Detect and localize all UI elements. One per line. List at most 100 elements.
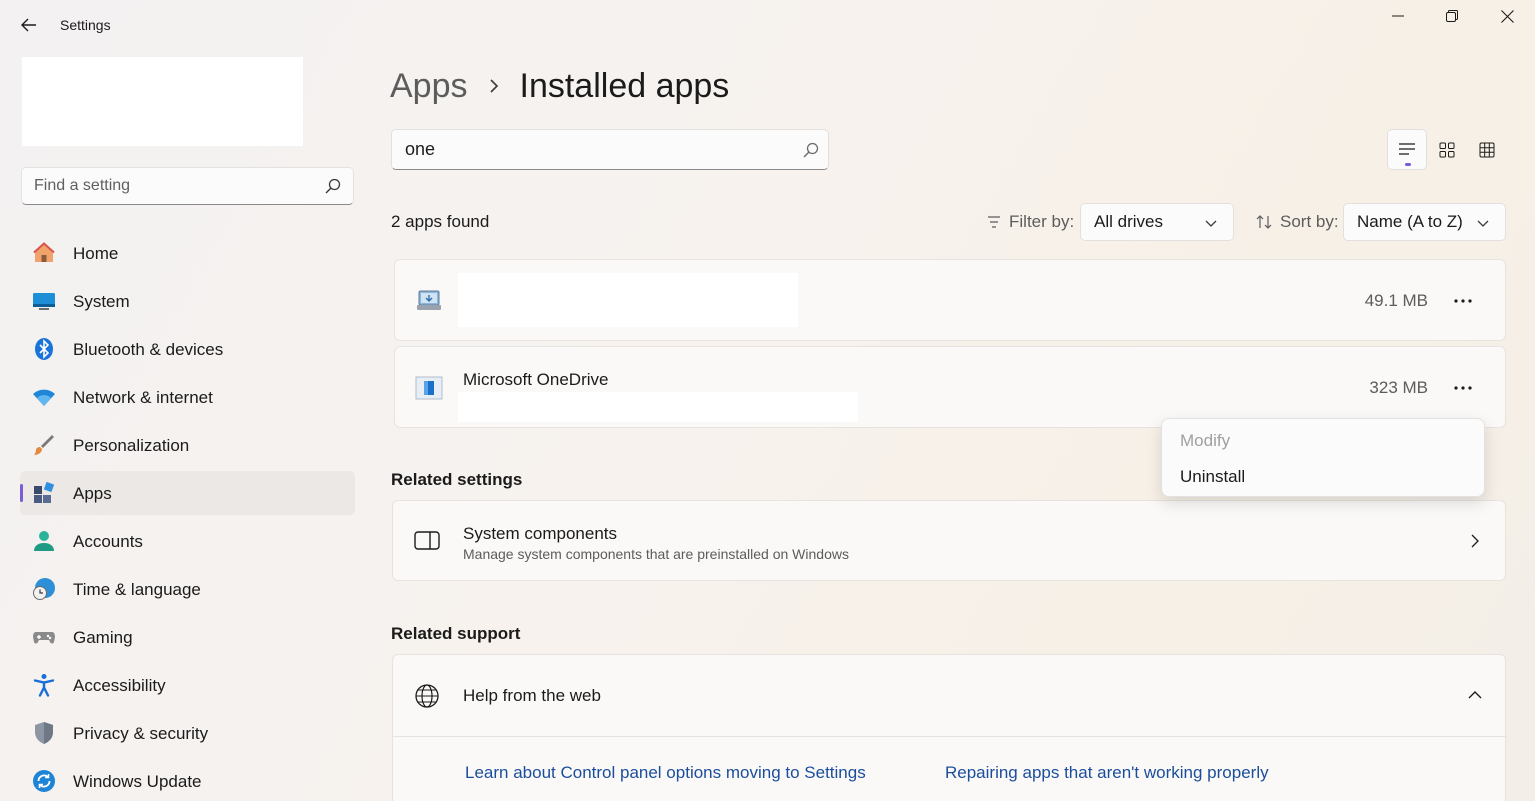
chevron-right-icon	[489, 79, 498, 93]
filter-label: Filter by:	[987, 212, 1074, 232]
apps-found-count: 2 apps found	[391, 212, 490, 231]
update-icon	[33, 770, 55, 792]
app-size: 323 MB	[1369, 378, 1428, 397]
settings-search-box[interactable]	[21, 167, 354, 205]
chevron-down-icon	[1205, 220, 1217, 227]
sidebar-item-system[interactable]: System	[20, 279, 355, 323]
sidebar-item-privacy-security[interactable]: Privacy & security	[20, 711, 355, 755]
sort-label-text: Sort by:	[1280, 212, 1339, 231]
system-components-icon	[414, 531, 440, 550]
app-list-item[interactable]: 49.1 MB	[394, 259, 1506, 341]
restore-button[interactable]	[1425, 0, 1479, 32]
help-from-web-card: Help from the web Learn about Control pa…	[392, 654, 1506, 801]
sort-label: Sort by:	[1256, 212, 1339, 232]
filter-icon	[988, 216, 1000, 228]
chevron-up-icon[interactable]	[1467, 689, 1483, 701]
breadcrumb-parent-link[interactable]: Apps	[390, 67, 468, 106]
system-components-description: Manage system components that are preins…	[463, 546, 849, 562]
menu-item-modify: Modify	[1180, 431, 1231, 450]
sort-dropdown[interactable]: Name (A to Z)	[1343, 203, 1506, 241]
filter-dropdown[interactable]: All drives	[1080, 203, 1234, 241]
sort-icon	[1256, 215, 1272, 229]
sidebar-item-label: Gaming	[73, 628, 133, 647]
sidebar-item-network[interactable]: Network & internet	[20, 375, 355, 419]
filter-label-text: Filter by:	[1009, 212, 1075, 231]
user-profile-card[interactable]	[22, 57, 303, 146]
sidebar-item-label: Personalization	[73, 436, 190, 455]
sidebar-item-label: Accessibility	[73, 676, 166, 695]
bluetooth-icon	[35, 338, 53, 360]
sidebar-item-label: Network & internet	[73, 388, 213, 407]
sidebar-item-accounts[interactable]: Accounts	[20, 519, 355, 563]
app-context-menu: Modify Uninstall	[1161, 418, 1485, 497]
more-options-button[interactable]	[1443, 373, 1483, 403]
sidebar-item-home[interactable]: Home	[20, 231, 355, 275]
more-icon	[1454, 386, 1472, 390]
accessibility-icon	[33, 674, 55, 697]
sidebar-item-gaming[interactable]: Gaming	[20, 615, 355, 659]
back-arrow-icon	[21, 18, 36, 32]
help-link[interactable]: Repairing apps that aren't working prope…	[945, 763, 1269, 783]
sidebar-item-label: Windows Update	[73, 772, 202, 791]
more-options-button[interactable]	[1443, 286, 1483, 316]
sidebar-item-label: Home	[73, 244, 119, 263]
restore-icon	[1446, 10, 1458, 22]
app-name	[458, 273, 798, 327]
sidebar-item-label: Bluetooth & devices	[73, 340, 224, 359]
apps-search-box[interactable]	[391, 129, 829, 170]
list-view-icon	[1399, 142, 1415, 155]
related-settings-title: Related settings	[391, 470, 523, 489]
window-title: Settings	[60, 17, 111, 33]
list-view-button[interactable]	[1387, 129, 1427, 170]
view-toggle	[1387, 129, 1507, 170]
sidebar-item-label: Privacy & security	[73, 724, 209, 743]
brush-icon	[34, 435, 54, 455]
onedrive-icon	[415, 376, 443, 400]
search-icon[interactable]	[325, 178, 341, 194]
help-from-web-header[interactable]: Help from the web	[393, 655, 1505, 737]
sidebar-item-accessibility[interactable]: Accessibility	[20, 663, 355, 707]
search-icon[interactable]	[803, 142, 819, 158]
title-bar: Settings	[0, 0, 1535, 48]
gamepad-icon	[33, 632, 55, 644]
help-link[interactable]: Learn about Control panel options moving…	[465, 763, 866, 783]
system-components-card[interactable]: System components Manage system componen…	[392, 500, 1506, 581]
sidebar-item-apps[interactable]: Apps	[20, 471, 355, 515]
chevron-down-icon	[1477, 220, 1489, 227]
sidebar-item-label: Time & language	[73, 580, 201, 599]
apps-search-input[interactable]	[392, 130, 792, 169]
grid-view-icon	[1439, 142, 1455, 157]
app-list-item[interactable]: Microsoft OneDrive 323 MB	[394, 346, 1506, 428]
sidebar-item-time-language[interactable]: Time & language	[20, 567, 355, 611]
sidebar-item-label: Accounts	[73, 532, 143, 551]
sidebar-item-label: Apps	[73, 484, 112, 503]
clock-globe-icon	[33, 578, 55, 600]
app-details	[458, 392, 858, 422]
close-icon	[1500, 9, 1514, 23]
apps-icon	[34, 481, 55, 503]
globe-icon	[415, 684, 439, 708]
close-button[interactable]	[1480, 0, 1534, 32]
account-icon	[34, 531, 54, 551]
minimize-button[interactable]	[1371, 0, 1425, 32]
menu-item-uninstall[interactable]: Uninstall	[1162, 459, 1484, 495]
table-view-icon	[1479, 142, 1495, 157]
settings-search-input[interactable]	[22, 168, 312, 204]
back-button[interactable]	[14, 12, 44, 38]
system-icon	[33, 293, 55, 310]
help-from-web-title: Help from the web	[463, 686, 601, 705]
grid-view-button[interactable]	[1427, 129, 1467, 170]
sidebar-item-label: System	[73, 292, 130, 311]
related-support-title: Related support	[391, 624, 521, 643]
sidebar-item-bluetooth[interactable]: Bluetooth & devices	[20, 327, 355, 371]
app-size: 49.1 MB	[1364, 291, 1428, 310]
sidebar-item-personalization[interactable]: Personalization	[20, 423, 355, 467]
wifi-icon	[33, 389, 55, 406]
more-icon	[1454, 299, 1472, 303]
installer-icon	[417, 290, 441, 310]
filter-value: All drives	[1094, 212, 1163, 231]
table-view-button[interactable]	[1467, 129, 1507, 170]
breadcrumb-separator	[468, 78, 520, 94]
sidebar-item-windows-update[interactable]: Windows Update	[20, 759, 355, 801]
home-icon	[33, 242, 55, 262]
